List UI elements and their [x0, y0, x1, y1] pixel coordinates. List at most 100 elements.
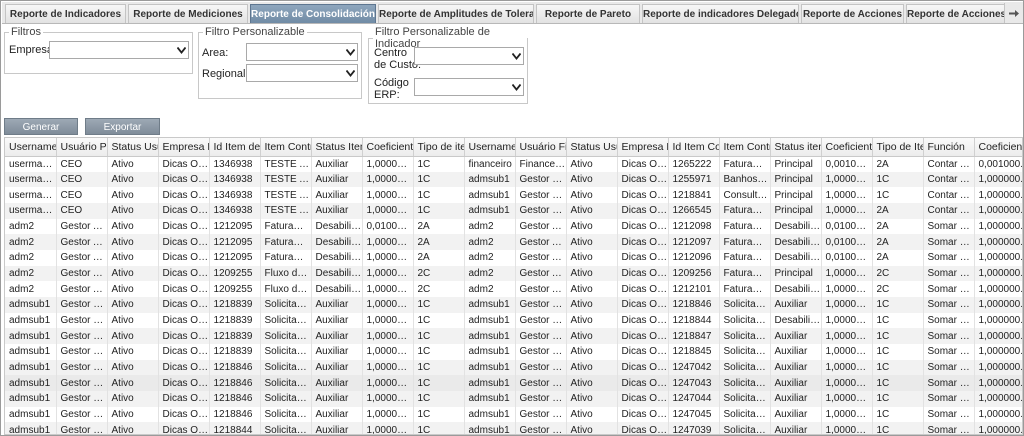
tab-reporte-acciones[interactable]: Reporte de Acciones: [801, 4, 904, 23]
table-cell: 1218839: [209, 344, 261, 360]
table-row[interactable]: usermasterCEOAtivoDicas Onl...1346938TES…: [5, 187, 1022, 204]
table-cell: admsub1: [5, 312, 57, 329]
codigo-erp-select[interactable]: [414, 78, 524, 96]
table-cell: Ativo: [566, 218, 618, 235]
empresa-select[interactable]: [49, 41, 189, 59]
table-cell: 1C: [413, 171, 465, 188]
table-cell: admsub1: [5, 328, 57, 345]
table-row[interactable]: adm2Gestor A...AtivoDicas Onl...1209255F…: [5, 265, 1022, 282]
table-cell: 1346938: [209, 156, 261, 172]
table-row[interactable]: adm2Gestor A...AtivoDicas Onl...1212095F…: [5, 234, 1022, 251]
table-cell: 1,000000...: [362, 203, 414, 219]
tab-reporte-indicadores-delegados[interactable]: Reporte de indicadores Delegados: [642, 4, 799, 23]
table-cell: Principal: [770, 156, 822, 172]
table-row[interactable]: adm2Gestor A...AtivoDicas Onl...1209255F…: [5, 281, 1022, 298]
table-cell: 2A: [872, 234, 924, 251]
table-cell: Gestor C...: [56, 297, 108, 313]
table-cell: 1,000000...: [362, 234, 414, 251]
column-header[interactable]: Item Control: [719, 138, 771, 157]
column-header[interactable]: Username Fil: [464, 138, 516, 157]
table-cell: Ativo: [107, 312, 159, 329]
table-cell: Auxiliar: [311, 187, 363, 204]
tab-scroll-right-button[interactable]: [1004, 3, 1022, 23]
tab-reporte-acciones-de[interactable]: Reporte de Acciones de: [906, 4, 1016, 23]
table-row[interactable]: admsub1Gestor C...AtivoDicas Onl...12188…: [5, 344, 1022, 360]
regional-select[interactable]: [246, 64, 358, 82]
report-window: Reporte de Indicadores Reporte de Medici…: [0, 0, 1024, 436]
table-cell: Gestor C...: [515, 328, 567, 345]
table-cell: Auxiliar: [311, 156, 363, 172]
column-header[interactable]: Item Control: [260, 138, 312, 157]
column-header[interactable]: Status Item C: [311, 138, 363, 157]
table-cell: Solicitaçã...: [260, 297, 312, 313]
column-header[interactable]: Status Usuár: [566, 138, 618, 157]
table-cell: Gestor C...: [515, 375, 567, 392]
table-cell: 1,000000...: [362, 391, 414, 407]
column-header[interactable]: Empresa Pai: [158, 138, 210, 157]
table-cell: Auxiliar: [311, 406, 363, 423]
table-row[interactable]: admsub1Gestor C...AtivoDicas Onl...12188…: [5, 391, 1022, 407]
area-select[interactable]: [246, 43, 358, 61]
column-header[interactable]: Empresa Filh: [617, 138, 669, 157]
table-row[interactable]: usermasterCEOAtivoDicas Onl...1346938TES…: [5, 203, 1022, 219]
table-cell: Dicas Onl...: [617, 187, 669, 204]
column-header[interactable]: Status item C: [770, 138, 822, 157]
table-cell: Financeiro: [515, 156, 567, 172]
table-cell: 1,000000...: [974, 344, 1022, 360]
table-cell: Dicas Onl...: [617, 328, 669, 345]
column-header[interactable]: Coeficiente T: [974, 138, 1022, 157]
table-cell: Auxiliar: [311, 375, 363, 392]
table-row[interactable]: admsub1Gestor C...AtivoDicas Onl...12188…: [5, 312, 1022, 329]
column-header[interactable]: Función: [923, 138, 975, 157]
table-row[interactable]: admsub1Gestor C...AtivoDicas Onl...12188…: [5, 297, 1022, 313]
column-header[interactable]: Coeficiente P: [362, 138, 414, 157]
table-cell: usermaster: [5, 171, 57, 188]
generar-button[interactable]: Generar: [4, 118, 78, 135]
table-cell: Solicitaçã...: [719, 422, 771, 434]
column-header[interactable]: Username Pa: [5, 138, 57, 157]
chevron-down-icon: [177, 47, 186, 54]
table-row[interactable]: admsub1Gestor C...AtivoDicas Onl...12188…: [5, 328, 1022, 345]
table-cell: Solicitaçã...: [719, 359, 771, 376]
tab-reporte-amplitudes[interactable]: Reporte de Amplitudes de Tolerancia: [378, 4, 534, 23]
tab-reporte-consolidacion[interactable]: Reporte de Consolidación: [250, 4, 376, 23]
table-cell: 1,000000...: [362, 156, 414, 172]
table-row[interactable]: adm2Gestor A...AtivoDicas Onl...1212095F…: [5, 250, 1022, 266]
column-header[interactable]: Usuário Filho: [515, 138, 567, 157]
table-cell: Faturame...: [719, 265, 771, 282]
table-cell: Somar Va...: [923, 391, 975, 407]
table-row[interactable]: admsub1Gestor C...AtivoDicas Onl...12188…: [5, 406, 1022, 423]
table-cell: Dicas Onl...: [617, 234, 669, 251]
centro-custo-select[interactable]: [414, 47, 524, 65]
table-cell: Ativo: [107, 422, 159, 434]
table-cell: Faturame...: [719, 250, 771, 266]
table-cell: 1212097: [668, 234, 720, 251]
tab-reporte-pareto[interactable]: Reporte de Pareto: [536, 4, 640, 23]
table-cell: Dicas Onl...: [617, 312, 669, 329]
table-cell: usermaster: [5, 203, 57, 219]
tab-reporte-mediciones[interactable]: Reporte de Mediciones: [128, 4, 248, 23]
table-row[interactable]: adm2Gestor A...AtivoDicas Onl...1212095F…: [5, 218, 1022, 235]
table-cell: Gestor C...: [56, 344, 108, 360]
column-header[interactable]: Tipo de item: [413, 138, 465, 157]
table-row[interactable]: admsub1Gestor C...AtivoDicas Onl...12188…: [5, 375, 1022, 392]
exportar-button[interactable]: Exportar: [85, 118, 160, 135]
table-cell: TESTE Ap...: [260, 203, 312, 219]
table-row[interactable]: admsub1Gestor C...AtivoDicas Onl...12188…: [5, 422, 1022, 434]
table-cell: 1,000000...: [821, 171, 873, 188]
table-cell: 2C: [872, 265, 924, 282]
table-cell: 1266545: [668, 203, 720, 219]
column-header[interactable]: Id Item de C: [209, 138, 261, 157]
table-cell: 1,000000...: [362, 171, 414, 188]
table-row[interactable]: usermasterCEOAtivoDicas Onl...1346938TES…: [5, 171, 1022, 188]
column-header[interactable]: Status Usuár: [107, 138, 159, 157]
column-header[interactable]: Coeficiente F: [821, 138, 873, 157]
column-header[interactable]: Id Item Cont: [668, 138, 720, 157]
column-header[interactable]: Tipo de Item: [872, 138, 924, 157]
table-cell: Somar Va...: [923, 328, 975, 345]
table-row[interactable]: usermasterCEOAtivoDicas Onl...1346938TES…: [5, 156, 1022, 172]
table-row[interactable]: admsub1Gestor C...AtivoDicas Onl...12188…: [5, 359, 1022, 376]
tab-reporte-indicadores[interactable]: Reporte de Indicadores: [5, 4, 126, 23]
column-header[interactable]: Usuário Pai: [56, 138, 108, 157]
table-cell: Ativo: [107, 406, 159, 423]
